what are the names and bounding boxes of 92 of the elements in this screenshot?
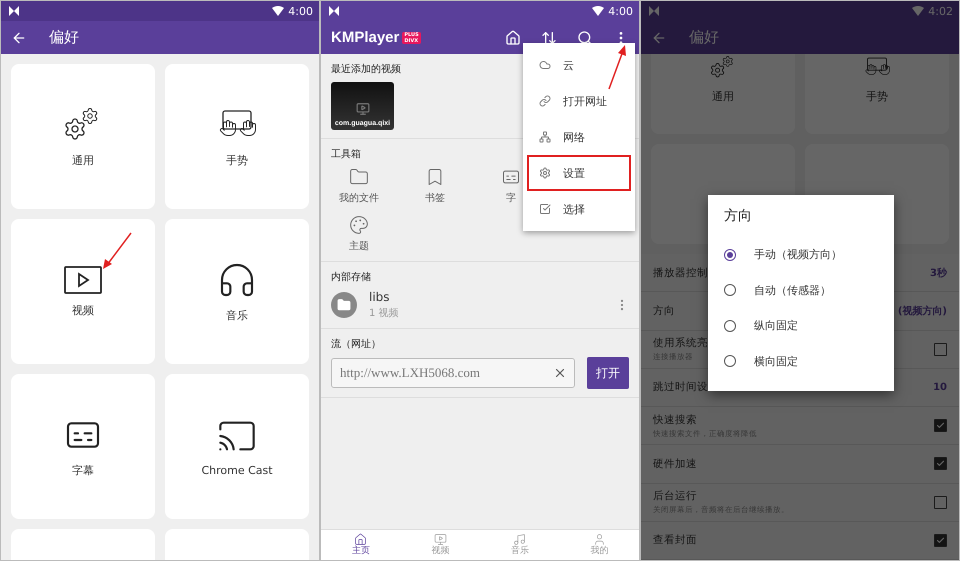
option-label[interactable]: 自动（传感器） — [754, 282, 831, 298]
category-card[interactable]: 通用 — [11, 64, 155, 209]
menu-item[interactable]: 云 — [527, 47, 631, 83]
card-label: 视频 — [72, 303, 94, 318]
folder-name[interactable]: libs — [369, 290, 603, 304]
menu-item[interactable]: 设置 — [527, 155, 631, 191]
sort-icon[interactable] — [541, 30, 557, 46]
option-label[interactable]: 横向固定 — [754, 354, 798, 369]
check-icon — [936, 536, 945, 545]
setting-label: 查看封面 — [653, 533, 697, 548]
setting-label: 快速搜索 — [653, 412, 698, 427]
section-heading: 内部存储 — [331, 270, 371, 284]
wifi-icon — [592, 6, 604, 16]
card-label: Chrome Cast — [201, 464, 273, 477]
link-icon — [539, 95, 551, 107]
app-icon — [649, 6, 659, 16]
tool-label[interactable]: 我的文件 — [339, 191, 379, 205]
cloud-icon — [539, 59, 551, 71]
setting-label: 跳过时间设 — [653, 380, 708, 394]
video-count: 1 视频 — [369, 306, 400, 320]
nav-tab[interactable]: 主页 — [321, 530, 400, 560]
app-icon — [329, 6, 339, 16]
menu-item[interactable]: 选择 — [527, 191, 631, 227]
video-icon — [434, 533, 447, 546]
section-heading: 最近添加的视频 — [331, 62, 401, 76]
tool-label[interactable]: 书签 — [425, 191, 445, 205]
user-icon — [592, 533, 606, 546]
status-time: 4:00 — [288, 4, 313, 18]
back-icon[interactable] — [11, 30, 27, 46]
section-heading: 流（网址） — [331, 338, 381, 351]
card-label: 通用 — [72, 153, 94, 168]
settings-icon — [539, 167, 551, 179]
checkbox[interactable] — [934, 419, 947, 432]
screen-title: 偏好 — [49, 28, 79, 47]
section-heading: 工具箱 — [331, 148, 361, 161]
setting-value: 10 — [933, 382, 947, 393]
card-label: 字幕 — [72, 463, 94, 478]
radio-button[interactable] — [724, 248, 736, 261]
setting-label: 使用系统亮 — [653, 336, 708, 350]
check-icon — [936, 421, 945, 430]
dialog-title: 方向 — [724, 207, 753, 225]
setting-label: 后台运行 — [653, 489, 698, 504]
setting-value: 3秒 — [930, 266, 947, 280]
setting-label: 方向 — [653, 304, 675, 318]
radio-button[interactable] — [724, 355, 736, 368]
play-icon — [356, 102, 370, 116]
category-card[interactable]: 音乐 — [165, 219, 309, 364]
wifi-icon — [912, 6, 924, 16]
menu-item[interactable]: 网络 — [527, 119, 631, 155]
radio-button[interactable] — [724, 320, 736, 332]
status-time: 4:00 — [608, 4, 633, 18]
checkbox[interactable] — [934, 342, 947, 356]
home-icon — [354, 533, 368, 546]
folder-glyph-icon — [337, 298, 351, 312]
screen-title: 偏好 — [689, 28, 719, 47]
card-label: 音乐 — [226, 308, 248, 323]
select-icon — [539, 203, 551, 215]
card-label: 手势 — [866, 89, 888, 104]
option-label[interactable]: 手动（视频方向） — [754, 247, 842, 262]
category-card[interactable]: 视频 — [11, 219, 155, 364]
folder-icon[interactable] — [349, 167, 369, 187]
checkbox[interactable] — [934, 457, 947, 470]
video-play-icon — [63, 265, 103, 295]
theme-icon[interactable] — [349, 215, 369, 235]
folder-icon[interactable] — [331, 292, 357, 318]
card-label: 通用 — [712, 89, 734, 104]
checkbox[interactable] — [934, 534, 947, 547]
checkbox[interactable] — [934, 496, 947, 509]
card-label: 手势 — [226, 153, 248, 168]
tool-label[interactable]: 主题 — [349, 239, 369, 253]
category-card[interactable]: 字幕 — [11, 374, 155, 519]
music-icon — [513, 533, 526, 546]
radio-button[interactable] — [724, 284, 736, 296]
setting-label: 播放器控制 — [653, 266, 708, 280]
url-field[interactable]: http://www.LXH5068.com — [331, 358, 575, 388]
category-card[interactable]: Chrome Cast — [165, 374, 309, 519]
status-time: 4:02 — [928, 4, 953, 18]
search-icon[interactable] — [577, 30, 593, 46]
tool-label[interactable]: 字 — [506, 191, 516, 205]
menu-item[interactable]: 打开网址 — [527, 83, 631, 119]
app-logo: KMPlayer — [331, 29, 400, 46]
clear-icon[interactable] — [553, 366, 567, 380]
wifi-icon — [272, 6, 284, 16]
app-icon — [9, 6, 19, 16]
setting-label: 硬件加速 — [653, 456, 697, 471]
option-label[interactable]: 纵向固定 — [754, 318, 798, 334]
setting-value: (视频方向) — [898, 304, 947, 318]
network-icon — [539, 131, 551, 143]
home-network-icon[interactable] — [505, 30, 521, 46]
check-icon — [936, 459, 945, 468]
open-button[interactable]: 打开 — [587, 357, 629, 389]
category-card[interactable]: 手势 — [165, 64, 309, 209]
